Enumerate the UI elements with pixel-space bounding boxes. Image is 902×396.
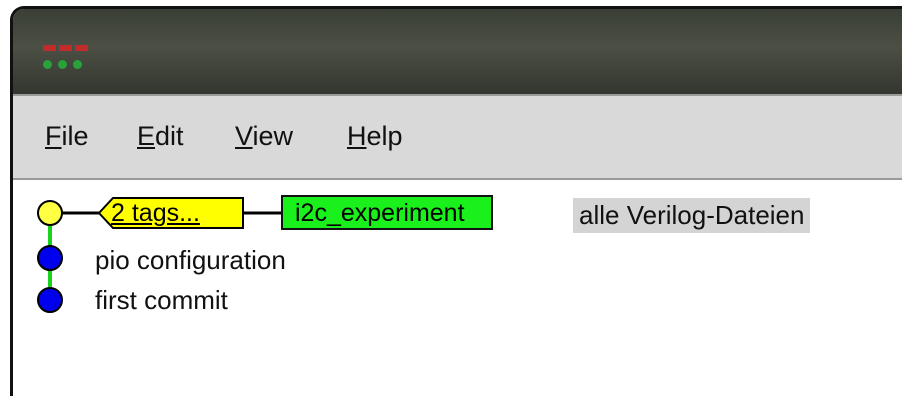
menu-file-mnemonic: F	[45, 121, 62, 151]
menu-file-rest: ile	[61, 121, 89, 151]
menu-help-rest: elp	[366, 121, 403, 151]
commit-message[interactable]: first commit	[95, 285, 228, 316]
commit-dot[interactable]	[37, 245, 63, 271]
menu-view-mnemonic: V	[235, 121, 253, 151]
menu-bar: File Edit View Help	[13, 94, 902, 180]
menu-edit-mnemonic: E	[137, 121, 156, 151]
close-control-row[interactable]	[43, 44, 103, 52]
maximize-control-row[interactable]	[43, 59, 103, 69]
branch-label[interactable]: i2c_experiment	[281, 195, 493, 230]
maximize-dot-icon[interactable]	[58, 59, 67, 69]
window-controls[interactable]	[43, 44, 103, 76]
commit-dot[interactable]	[37, 287, 63, 313]
maximize-dot-icon[interactable]	[43, 59, 52, 69]
menu-view[interactable]: View	[235, 121, 293, 152]
menu-file[interactable]: File	[45, 121, 89, 152]
gitk-window: File Edit View Help 2 tags... i2c_experi…	[10, 6, 902, 396]
menu-help[interactable]: Help	[347, 121, 403, 152]
commit-list[interactable]: 2 tags... i2c_experiment alle Verilog-Da…	[13, 180, 902, 396]
menu-help-mnemonic: H	[347, 121, 367, 151]
menu-view-rest: iew	[252, 121, 294, 151]
close-dash-icon[interactable]	[59, 45, 72, 51]
commit-dot-head[interactable]	[37, 200, 63, 226]
menu-edit[interactable]: Edit	[137, 121, 184, 152]
menu-edit-rest: dit	[155, 121, 184, 151]
tag-label[interactable]: 2 tags...	[109, 198, 200, 228]
close-dash-icon[interactable]	[75, 45, 88, 51]
commit-message[interactable]: pio configuration	[95, 245, 286, 276]
tag-label-text: 2 tags...	[111, 199, 200, 227]
title-bar[interactable]	[13, 9, 902, 94]
maximize-dot-icon[interactable]	[73, 59, 82, 69]
commit-message-head[interactable]: alle Verilog-Dateien	[573, 198, 811, 233]
close-dash-icon[interactable]	[43, 45, 56, 51]
